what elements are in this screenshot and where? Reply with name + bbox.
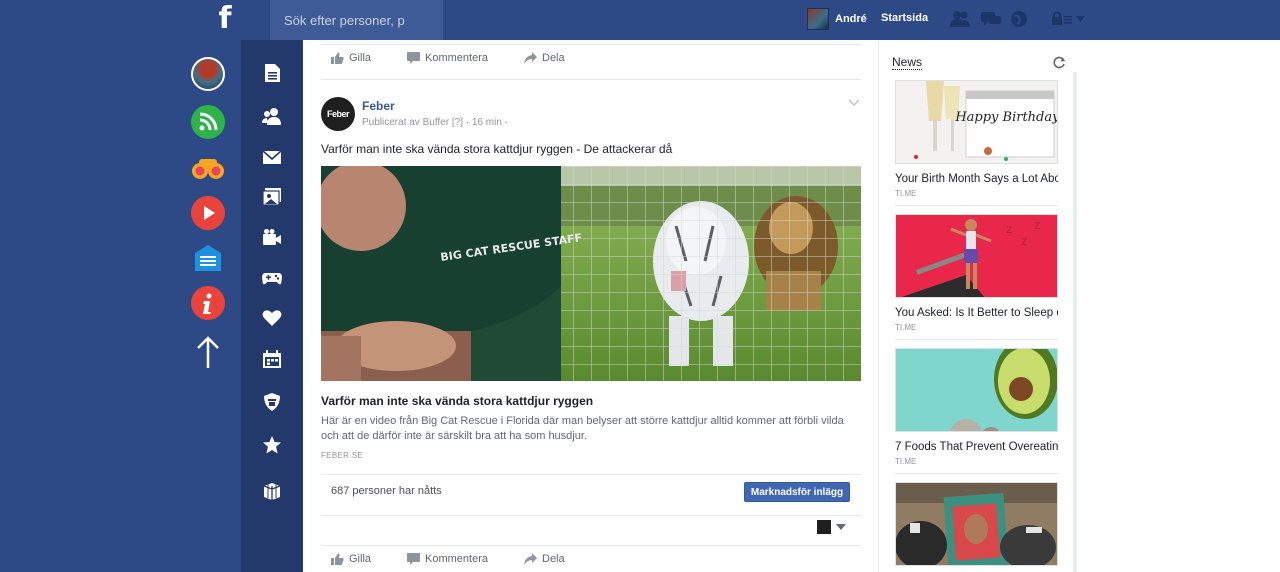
- page-thumbnail: [817, 520, 831, 534]
- like-button[interactable]: Gilla: [331, 52, 371, 64]
- rss-feed-icon[interactable]: [191, 105, 225, 139]
- thumbs-up-icon: [331, 52, 344, 64]
- dropdown-arrow-icon: [836, 524, 846, 530]
- news-caption: Your Birth Month Says a Lot About Your H…: [895, 173, 1058, 185]
- search-input[interactable]: [270, 0, 443, 40]
- friends-icon[interactable]: [262, 106, 282, 126]
- games-icon[interactable]: [262, 267, 282, 287]
- svg-text:Z: Z: [1034, 222, 1040, 232]
- news-thumbnail: [895, 348, 1058, 432]
- svg-text:Z: Z: [1006, 226, 1012, 236]
- share-arrow-icon: [524, 553, 537, 565]
- post-image[interactable]: BIG CAT RESCUE STAFF: [321, 166, 861, 381]
- like-button[interactable]: Gilla: [331, 553, 371, 565]
- divider: [321, 474, 861, 475]
- divider: [321, 79, 861, 80]
- news-thumbnail: Z Z Z: [895, 214, 1058, 298]
- comment-icon: [407, 52, 421, 64]
- home-link[interactable]: Startsida: [881, 12, 928, 24]
- card-text: Happy Birthday!: [954, 110, 1058, 125]
- news-source: TI.ME: [895, 457, 917, 466]
- link-domain: FEBER.SE: [321, 451, 363, 460]
- reach-count[interactable]: 687 personer har nåtts: [331, 485, 442, 497]
- thumbs-up-icon: [331, 553, 344, 565]
- privacy-menu-icon[interactable]: [1052, 11, 1088, 27]
- messages-icon[interactable]: [262, 147, 282, 167]
- notes-icon[interactable]: [191, 241, 225, 275]
- security-shield-icon[interactable]: [262, 392, 282, 412]
- post-actions: Gilla Kommentera Dela: [321, 545, 861, 572]
- binoculars-icon[interactable]: [191, 151, 225, 185]
- news-thumbnail: Happy Birthday!: [895, 80, 1058, 164]
- comment-icon: [407, 553, 421, 565]
- profile-photo[interactable]: [191, 57, 225, 91]
- post-as-page-selector[interactable]: [817, 519, 849, 535]
- star-icon[interactable]: [262, 435, 282, 455]
- user-name: André: [835, 13, 867, 25]
- divider: [321, 515, 861, 516]
- news-source: TI.ME: [895, 189, 917, 198]
- divider: [895, 473, 1058, 474]
- photos-icon[interactable]: [262, 187, 282, 207]
- news-title[interactable]: News: [892, 55, 923, 70]
- youtube-play-icon[interactable]: [191, 196, 225, 230]
- post-author[interactable]: Feber: [362, 99, 395, 113]
- news-thumbnail: [895, 482, 1058, 566]
- top-bar: f André Startsida: [0, 0, 1280, 40]
- refresh-icon[interactable]: [1053, 56, 1066, 69]
- post-options-chevron-icon[interactable]: [848, 98, 860, 108]
- post-actions: Gilla Kommentera Dela: [321, 44, 861, 72]
- news-source: TI.ME: [895, 323, 917, 332]
- page-avatar[interactable]: Feber: [321, 97, 355, 131]
- share-arrow-icon: [524, 52, 537, 64]
- news-item[interactable]: [895, 482, 1058, 566]
- gifts-icon[interactable]: [262, 480, 282, 500]
- messages-icon[interactable]: [981, 10, 1001, 28]
- news-feed-icon[interactable]: [262, 63, 282, 83]
- friend-requests-icon[interactable]: [950, 10, 970, 28]
- link-description: Här är en video från Big Cat Rescue i Fl…: [321, 415, 844, 442]
- comment-button[interactable]: Kommentera: [407, 52, 488, 64]
- info-icon[interactable]: [191, 286, 225, 320]
- videos-icon[interactable]: [262, 228, 282, 248]
- news-caption: You Asked: Is It Better to Sleep or Exer…: [895, 307, 1058, 319]
- news-caption: 7 Foods That Prevent Overeating: [895, 441, 1058, 453]
- svg-text:Z: Z: [1021, 238, 1027, 248]
- divider: [895, 339, 1058, 340]
- news-item[interactable]: 7 Foods That Prevent Overeating TI.ME: [895, 348, 1058, 466]
- post-text: Varför man inte ska vända stora kattdjur…: [321, 142, 673, 156]
- scroll-up-arrow-icon[interactable]: [191, 336, 225, 370]
- news-item[interactable]: Z Z Z You Asked: Is It Better to Sleep o…: [895, 214, 1058, 332]
- comment-button[interactable]: Kommentera: [407, 553, 488, 565]
- events-calendar-icon[interactable]: [262, 349, 282, 369]
- divider: [895, 205, 1058, 206]
- link-title[interactable]: Varför man inte ska vända stora kattdjur…: [321, 394, 593, 408]
- news-scrollbar[interactable]: [1073, 72, 1077, 572]
- promote-post-button[interactable]: Marknadsför inlägg: [744, 482, 850, 502]
- share-button[interactable]: Dela: [524, 52, 565, 64]
- notifications-globe-icon[interactable]: [1009, 10, 1029, 28]
- news-item[interactable]: Happy Birthday! Your Birth Month Says a …: [895, 80, 1058, 198]
- favorites-heart-icon[interactable]: [262, 308, 282, 328]
- profile-link[interactable]: André: [807, 7, 867, 31]
- post-meta: Publicerat av Buffer [?] · 16 min ·: [362, 117, 508, 128]
- facebook-logo[interactable]: f: [214, 2, 236, 36]
- share-button[interactable]: Dela: [524, 553, 565, 565]
- avatar: [807, 8, 829, 30]
